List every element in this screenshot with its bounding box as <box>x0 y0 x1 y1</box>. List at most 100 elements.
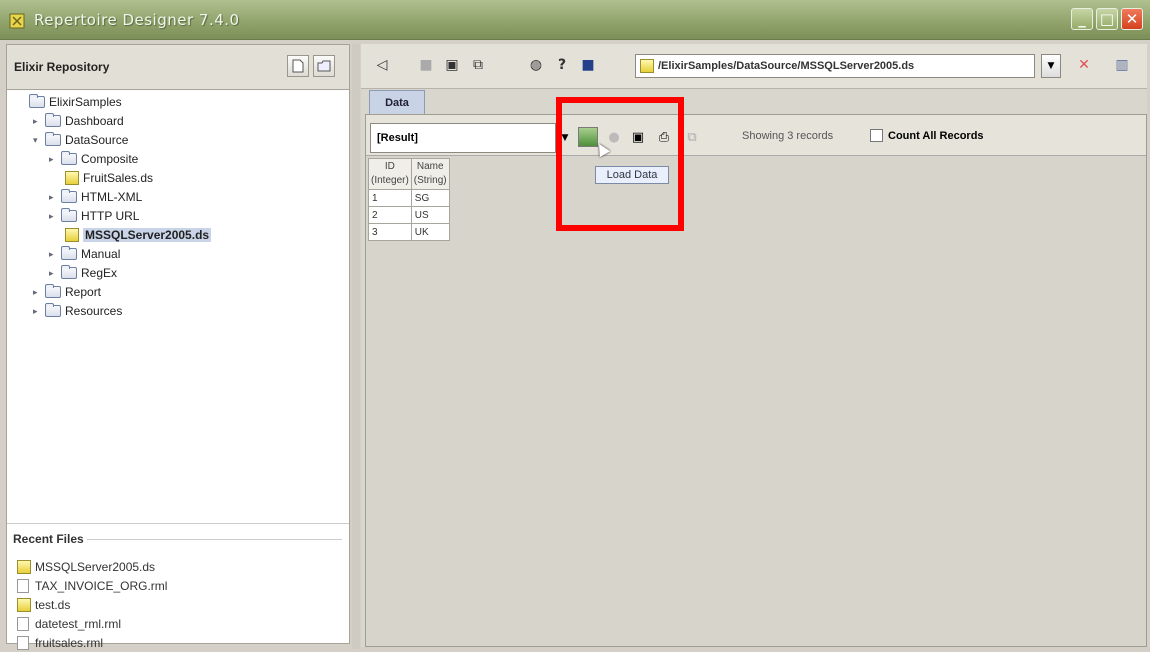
save-icon: ■ <box>419 57 433 73</box>
datasource-icon <box>17 598 31 612</box>
table-cell[interactable]: 3 <box>368 223 412 241</box>
help-button[interactable]: ? <box>551 54 573 76</box>
table-row[interactable]: 2 US <box>368 206 450 224</box>
tree-item[interactable]: ▾ DataSource <box>33 131 128 149</box>
recent-file-label: test.ds <box>35 598 71 612</box>
arrow-left-icon: ◁ <box>376 57 388 73</box>
column-header-id[interactable]: ID (Integer) <box>368 158 412 190</box>
collapsed-toggle-icon[interactable]: ▸ <box>49 268 59 279</box>
tree-item[interactable]: ▸ Composite <box>49 150 138 168</box>
tree-item-label: RegEx <box>81 266 118 280</box>
count-all-checkbox[interactable] <box>870 129 883 142</box>
console-icon: ■ <box>581 57 595 73</box>
tree-item[interactable]: FruitSales.ds <box>65 169 153 187</box>
tree-item[interactable]: ▸ HTML-XML <box>49 188 142 206</box>
save-disabled-button[interactable]: ■ <box>415 54 437 76</box>
recent-file-item[interactable]: fruitsales.rml <box>17 634 103 652</box>
tree-item[interactable]: ▸ Resources <box>33 302 122 320</box>
datasource-icon <box>640 59 654 73</box>
tree-item-label: ElixirSamples <box>49 95 122 109</box>
file-path-field[interactable]: /ElixirSamples/DataSource/MSSQLServer200… <box>635 54 1035 78</box>
recent-file-label: TAX_INVOICE_ORG.rml <box>35 579 168 593</box>
copy-button[interactable]: ⧉ <box>682 127 702 147</box>
folder-icon <box>61 265 77 279</box>
windows-icon: ⧉ <box>473 57 483 73</box>
folder-icon <box>45 284 61 298</box>
tree-item-label: HTML-XML <box>81 190 143 204</box>
globe-icon: ◍ <box>529 57 543 73</box>
tree-item-label: Report <box>65 285 102 299</box>
collapsed-toggle-icon[interactable]: ▸ <box>49 192 59 203</box>
columns-icon: ▥ <box>1115 57 1129 73</box>
recent-file-item[interactable]: test.ds <box>17 596 70 614</box>
tree-item-label: Manual <box>81 247 121 261</box>
result-select[interactable]: [Result] <box>370 123 556 153</box>
collapsed-toggle-icon[interactable]: ▸ <box>33 287 43 298</box>
app-icon <box>9 13 25 29</box>
collapsed-toggle-icon[interactable]: ▸ <box>49 211 59 222</box>
tree-item[interactable]: ▸ RegEx <box>49 264 117 282</box>
close-file-button[interactable]: ✕ <box>1073 54 1095 76</box>
file-path-text: /ElixirSamples/DataSource/MSSQLServer200… <box>658 60 915 72</box>
floppy-icon: ▣ <box>445 57 459 73</box>
new-file-button[interactable] <box>287 55 309 77</box>
tree-item[interactable]: ▸ Manual <box>49 245 120 263</box>
tree-item-label: FruitSales.ds <box>83 171 154 185</box>
recent-file-item[interactable]: MSSQLServer2005.ds <box>17 558 155 576</box>
tab-data[interactable]: Data <box>369 90 425 114</box>
recent-file-label: MSSQLServer2005.ds <box>35 560 156 574</box>
help-icon: ? <box>557 57 567 73</box>
close-button[interactable]: ✕ <box>1121 8 1143 30</box>
table-cell[interactable]: US <box>410 206 450 224</box>
recent-file-item[interactable]: TAX_INVOICE_ORG.rml <box>17 577 167 595</box>
table-cell[interactable]: 1 <box>368 189 412 207</box>
table-row[interactable]: 1 SG <box>368 189 450 207</box>
folder-icon <box>45 113 61 127</box>
collapsed-toggle-icon[interactable]: ▸ <box>33 116 43 127</box>
maximize-button[interactable]: □ <box>1096 8 1118 30</box>
table-cell[interactable]: 2 <box>368 206 412 224</box>
table-row[interactable]: 3 UK <box>368 223 450 241</box>
save-as-button[interactable]: ▣ <box>441 54 463 76</box>
panel-splitter[interactable] <box>352 44 360 649</box>
collapsed-toggle-icon[interactable]: ▸ <box>49 154 59 165</box>
count-all-label: Count All Records <box>888 130 984 142</box>
window-title: Repertoire Designer 7.4.0 <box>34 11 240 29</box>
back-button[interactable]: ◁ <box>371 54 393 76</box>
globe-button[interactable]: ◍ <box>525 54 547 76</box>
new-folder-button[interactable] <box>313 55 335 77</box>
collapsed-toggle-icon[interactable]: ▸ <box>33 306 43 317</box>
table-cell[interactable]: SG <box>410 189 450 207</box>
tree-item[interactable]: ▸ Report <box>33 283 101 301</box>
recent-file-item[interactable]: datetest_rml.rml <box>17 615 121 633</box>
datasource-icon <box>65 171 79 185</box>
tree-item[interactable]: ▸ HTTP URL <box>49 207 139 225</box>
folder-icon <box>61 208 77 222</box>
layout-button[interactable]: ▥ <box>1111 54 1133 76</box>
tree-item-label: MSSQLServer2005.ds <box>83 228 212 242</box>
console-button[interactable]: ■ <box>577 54 599 76</box>
folder-icon <box>29 94 45 108</box>
main-toolbar: ◁ ■ ▣ ⧉ ◍ ? ■ /ElixirSamples/DataSource/… <box>361 44 1147 89</box>
minimize-button[interactable]: _ <box>1071 8 1093 30</box>
tree-item[interactable]: ▸ Dashboard <box>33 112 124 130</box>
highlight-box <box>556 97 684 231</box>
tree-item-label: Resources <box>65 304 123 318</box>
recent-files-panel: Recent Files MSSQLServer2005.ds TAX_INVOI… <box>7 523 349 650</box>
tree-item[interactable]: ElixirSamples <box>17 93 122 111</box>
expanded-toggle-icon[interactable]: ▾ <box>33 135 43 146</box>
tree-item[interactable]: MSSQLServer2005.ds <box>65 226 212 244</box>
recent-file-label: fruitsales.rml <box>35 636 104 650</box>
recent-file-label: datetest_rml.rml <box>35 617 122 631</box>
new-file-icon <box>292 59 304 73</box>
data-toolbar: [Result] ▼ ● ▣ ⎙ ⧉ Showing 3 records Cou… <box>366 115 1146 155</box>
path-dropdown-button[interactable]: ▼ <box>1041 54 1061 78</box>
tree-item-label: DataSource <box>65 133 129 147</box>
data-tab-content: [Result] ▼ ● ▣ ⎙ ⧉ Showing 3 records Cou… <box>365 114 1147 647</box>
collapsed-toggle-icon[interactable]: ▸ <box>49 249 59 260</box>
window-button[interactable]: ⧉ <box>467 54 489 76</box>
table-cell[interactable]: UK <box>410 223 450 241</box>
column-header-name[interactable]: Name (String) <box>410 158 450 190</box>
folder-icon <box>61 189 77 203</box>
file-icon <box>17 617 29 631</box>
